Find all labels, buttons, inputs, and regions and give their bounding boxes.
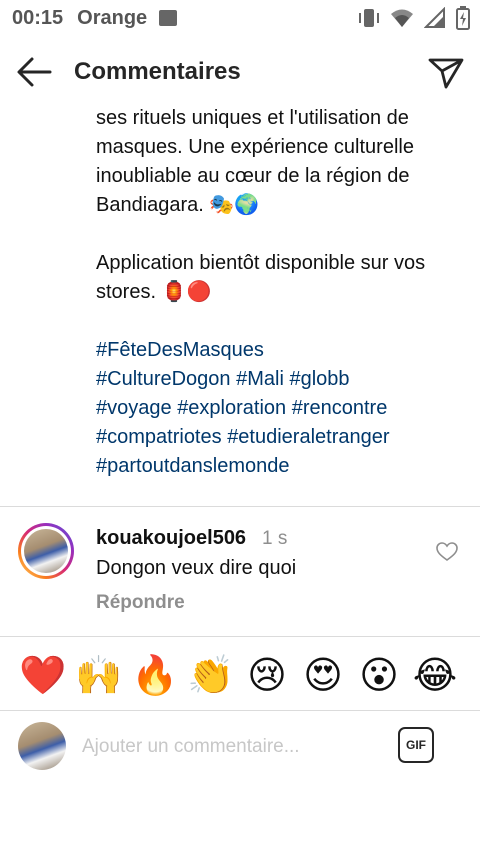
divider xyxy=(0,506,480,507)
battery-icon xyxy=(456,6,470,30)
hashtag-link[interactable]: #etudieraletranger xyxy=(227,426,389,448)
gif-button[interactable]: GIF xyxy=(398,727,434,763)
caption-hashtags: #FêteDesMasques #CultureDogon #Mali #glo… xyxy=(96,336,456,481)
avatar-ring-gap xyxy=(21,526,71,576)
post-caption: ses rituels uniques et l'utilisation de … xyxy=(96,104,456,481)
divider xyxy=(0,710,480,711)
caption-paragraph: Application bientôt disponible sur vos s… xyxy=(96,252,426,303)
comment-username[interactable]: kouakoujoel506 xyxy=(96,527,246,550)
reply-button[interactable]: Répondre xyxy=(96,592,185,614)
heart-outline-icon xyxy=(436,542,458,561)
avatar-photo xyxy=(24,529,68,573)
hashtag-link[interactable]: #Mali xyxy=(236,368,284,390)
comment-text: Dongon veux dire quoi xyxy=(96,557,297,579)
hashtag-link[interactable]: #FêteDesMasques xyxy=(96,339,264,361)
quick-emoji-bar: ❤️ 🙌 🔥 👏 😢 😍 😮 😂 xyxy=(0,650,480,700)
divider xyxy=(0,636,480,637)
emoji-heart-button[interactable]: ❤️ xyxy=(18,650,68,700)
emoji-heart-eyes-button[interactable]: 😍 xyxy=(298,650,348,700)
app-bar: Commentaires xyxy=(0,44,480,100)
avatar[interactable] xyxy=(18,523,74,579)
comment-timestamp: 1 s xyxy=(262,528,288,549)
emoji-fire-button[interactable]: 🔥 xyxy=(130,650,180,700)
like-button[interactable] xyxy=(436,542,458,562)
hashtag-link[interactable]: #CultureDogon xyxy=(96,368,231,390)
signal-icon xyxy=(424,7,445,28)
image-icon xyxy=(159,10,178,26)
caption-paragraph: ses rituels uniques et l'utilisation de … xyxy=(96,107,414,216)
emoji-crying-button[interactable]: 😢 xyxy=(242,650,292,700)
status-carrier: Orange xyxy=(77,6,148,29)
hashtag-link[interactable]: #compatriotes xyxy=(96,426,222,448)
status-bar: 00:15 Orange xyxy=(0,0,480,36)
arrow-left-icon xyxy=(17,57,52,87)
hashtag-link[interactable]: #globb xyxy=(289,368,349,390)
paper-plane-icon xyxy=(428,58,464,89)
page-title: Commentaires xyxy=(74,58,241,85)
hashtag-link[interactable]: #voyage xyxy=(96,397,172,419)
vibrate-icon xyxy=(359,9,379,27)
back-button[interactable] xyxy=(14,54,54,90)
emoji-surprised-button[interactable]: 😮 xyxy=(354,650,404,700)
hashtag-link[interactable]: #partoutdanslemonde xyxy=(96,455,289,477)
wifi-icon xyxy=(391,9,413,27)
hashtag-link[interactable]: #exploration xyxy=(177,397,286,419)
emoji-laughing-button[interactable]: 😂 xyxy=(410,650,460,700)
avatar xyxy=(18,722,66,770)
hashtag-link[interactable]: #rencontre xyxy=(292,397,388,419)
emoji-clapping-button[interactable]: 👏 xyxy=(186,650,236,700)
comment-input[interactable] xyxy=(82,730,382,764)
emoji-raised-hands-button[interactable]: 🙌 xyxy=(74,650,124,700)
share-button[interactable] xyxy=(426,54,466,90)
status-time: 00:15 xyxy=(12,6,64,29)
status-icons xyxy=(358,6,470,30)
